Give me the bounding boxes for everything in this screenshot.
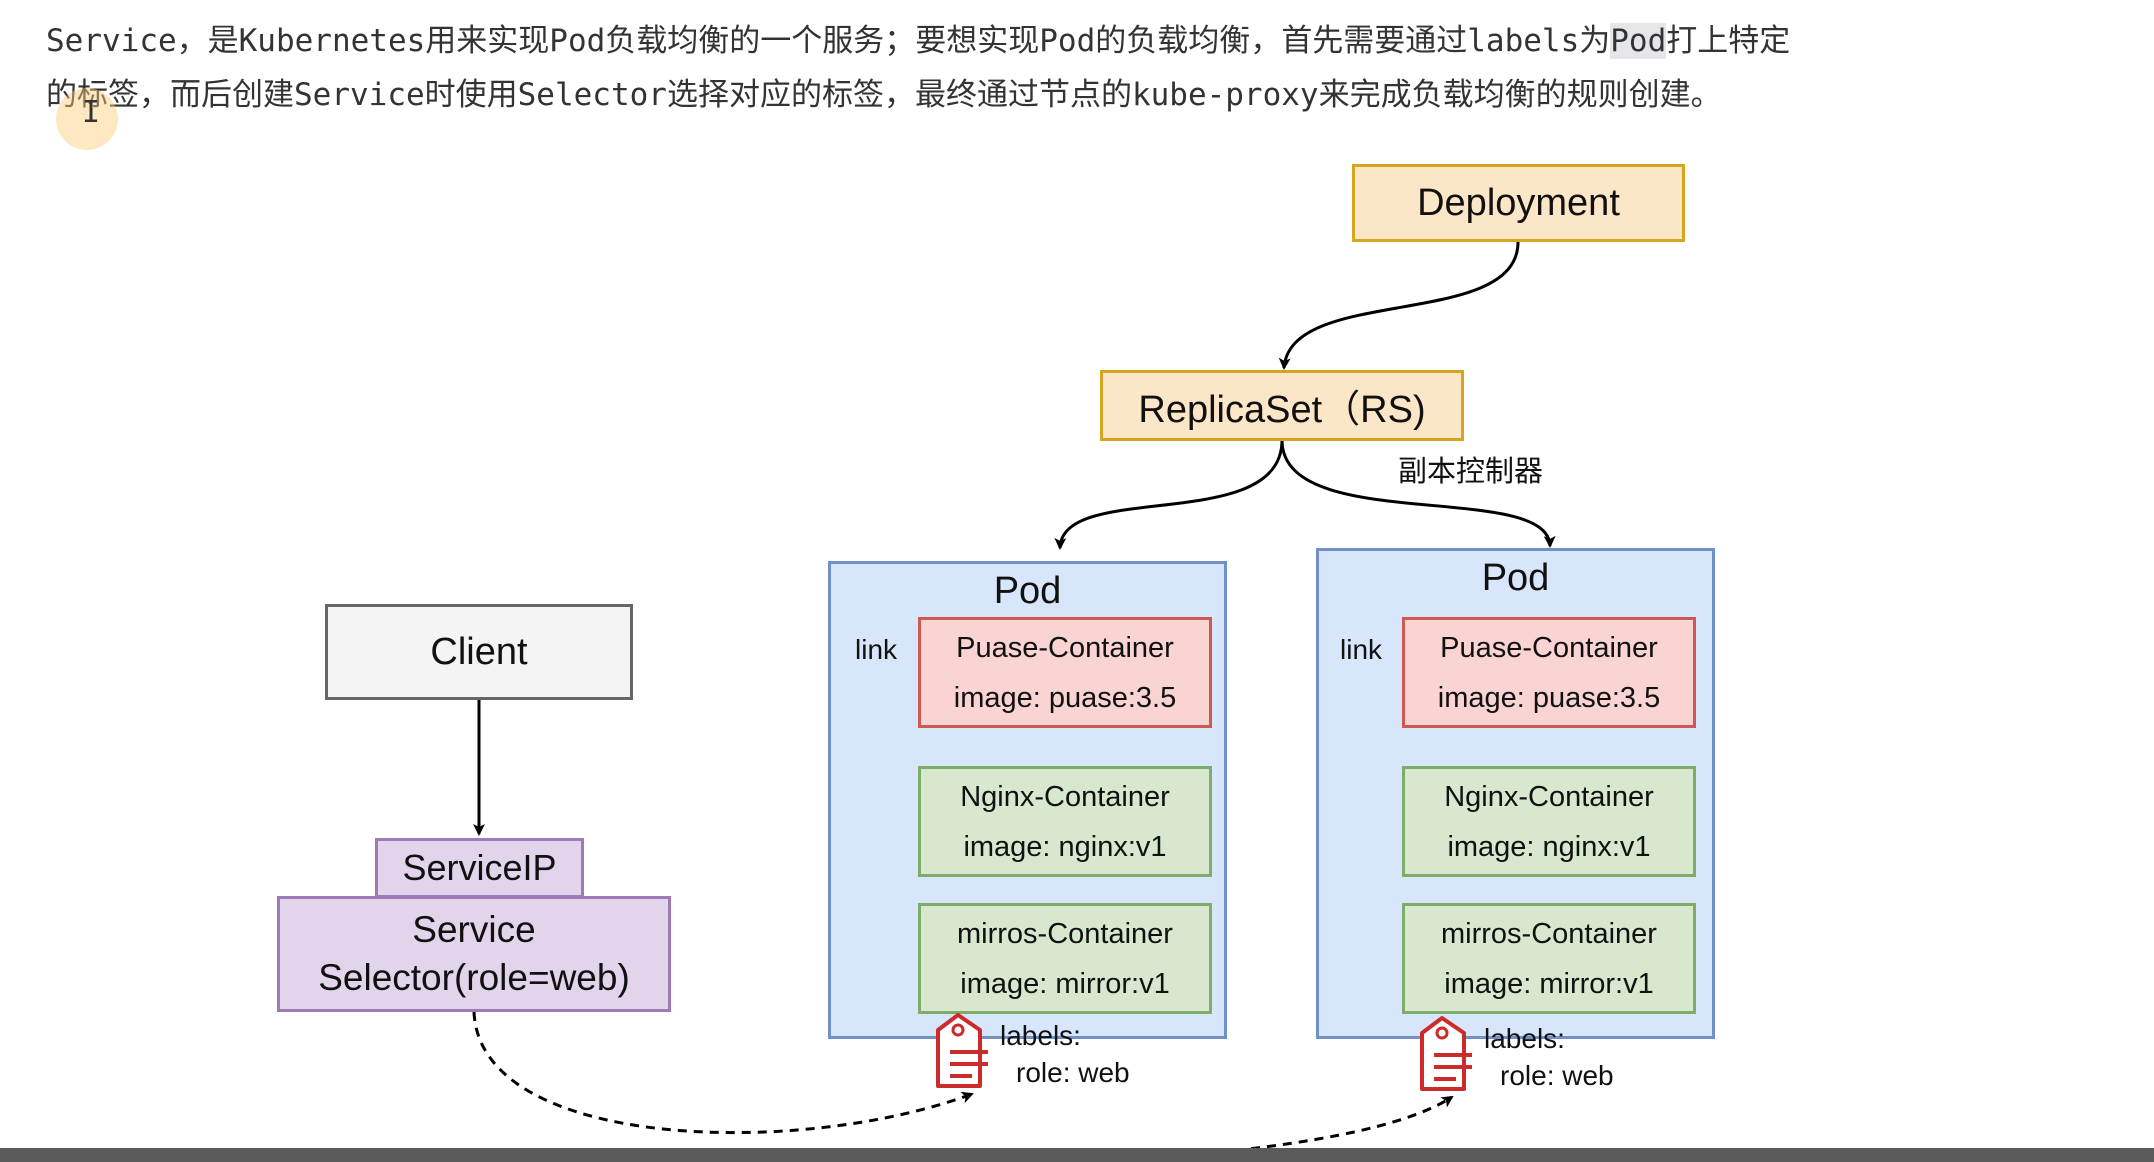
container-image: image: mirror:v1 xyxy=(960,967,1170,1000)
container-image: image: puase:3.5 xyxy=(1437,681,1661,714)
pause-container-2: Puase-Container image: puase:3.5 xyxy=(1402,617,1696,728)
service-ip-label: ServiceIP xyxy=(402,847,557,888)
mirror-container-2: mirros-Container image: mirror:v1 xyxy=(1402,903,1696,1014)
service-ip-box: ServiceIP xyxy=(375,838,584,898)
link-label: link xyxy=(855,634,898,665)
container-name: Puase-Container xyxy=(1440,631,1658,664)
tag-icon xyxy=(936,1013,988,1088)
client-box: Client xyxy=(325,604,633,700)
deployment-to-rs-arrow xyxy=(1278,241,1520,370)
labels-title: labels: xyxy=(1484,1023,1565,1054)
replicaset-box: ReplicaSet（RS) xyxy=(1100,370,1464,441)
rs-to-pod1-arrow xyxy=(1054,439,1284,550)
container-image: image: mirror:v1 xyxy=(1444,967,1654,1000)
tag-icon xyxy=(1420,1016,1472,1091)
container-name: Nginx-Container xyxy=(1444,780,1654,813)
pod-title: Pod xyxy=(993,570,1062,612)
labels-title: labels: xyxy=(1000,1020,1081,1051)
container-name: mirros-Container xyxy=(1441,917,1657,950)
container-name: Nginx-Container xyxy=(960,780,1170,813)
replicaset-note: 副本控制器 xyxy=(1398,454,1544,488)
container-name: mirros-Container xyxy=(957,917,1173,950)
client-label: Client xyxy=(430,630,528,673)
link-label: link xyxy=(1340,634,1383,665)
pause-container-1: Puase-Container image: puase:3.5 xyxy=(918,617,1212,728)
service-box: Service Selector(role=web) xyxy=(277,896,671,1012)
mirror-container-1: mirros-Container image: mirror:v1 xyxy=(918,903,1212,1014)
container-name: Puase-Container xyxy=(956,631,1174,664)
nginx-container-1: Nginx-Container image: nginx:v1 xyxy=(918,766,1212,877)
container-image: image: nginx:v1 xyxy=(1447,830,1651,863)
deployment-box: Deployment xyxy=(1352,164,1685,242)
deployment-label: Deployment xyxy=(1417,181,1620,224)
labels-value: role: web xyxy=(1016,1057,1130,1088)
labels-value: role: web xyxy=(1500,1060,1614,1091)
container-image: image: nginx:v1 xyxy=(963,830,1167,863)
nginx-container-2: Nginx-Container image: nginx:v1 xyxy=(1402,766,1696,877)
container-image: image: puase:3.5 xyxy=(953,681,1177,714)
pod-title: Pod xyxy=(1481,557,1550,599)
service-selector-label: Selector(role=web) xyxy=(318,957,630,998)
replicaset-label: ReplicaSet（RS) xyxy=(1138,389,1426,431)
bottom-scrollbar[interactable] xyxy=(0,1148,2154,1162)
service-label: Service xyxy=(412,909,536,950)
